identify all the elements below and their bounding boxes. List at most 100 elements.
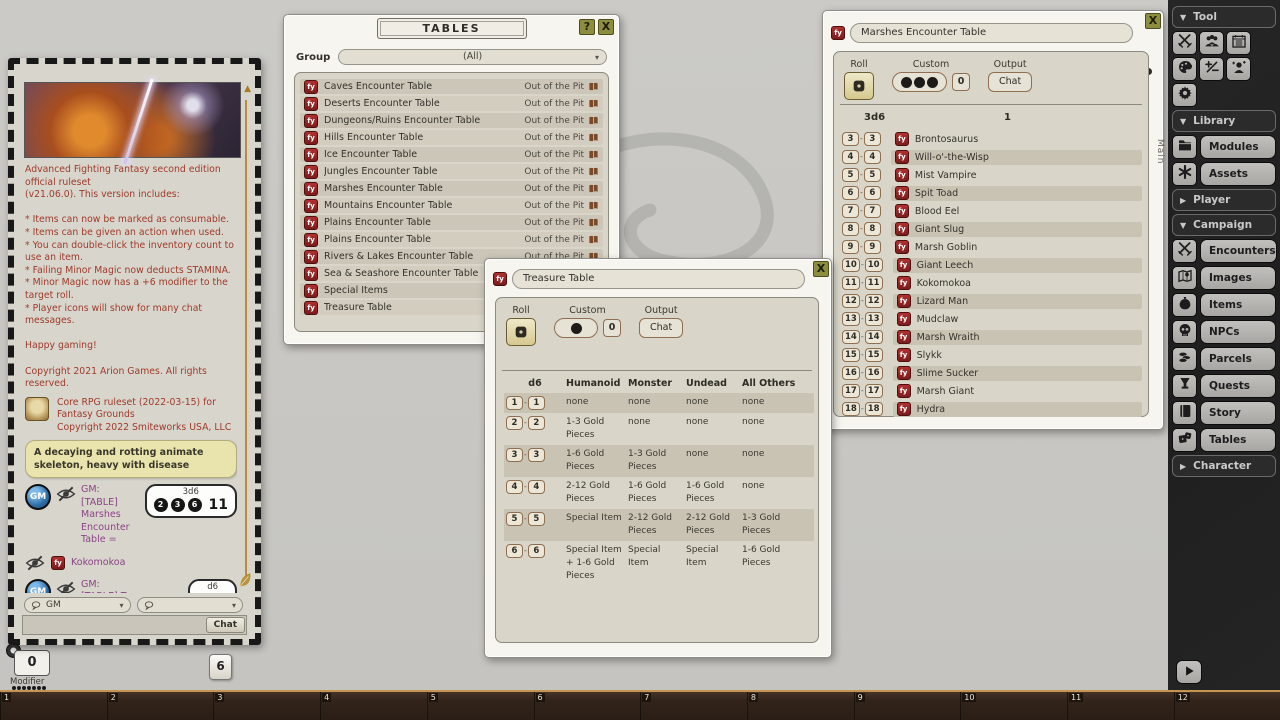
range-from-button[interactable]: 16 (842, 366, 860, 380)
range-from-button[interactable]: 5 (506, 512, 523, 526)
encounter-row[interactable]: 6-6fySpit Toad (842, 184, 1142, 202)
range-to-button[interactable]: 7 (864, 204, 881, 218)
chat-input[interactable]: Chat (22, 615, 247, 635)
sidebar-item-label-button[interactable]: Encounters (1200, 239, 1277, 263)
table-list-row[interactable]: fyDeserts Encounter TableOut of the Pit (300, 96, 603, 111)
treasure-row[interactable]: 2-21-3 Gold Piecesnonenonenone (504, 413, 814, 445)
sidebar-item-label-button[interactable]: Items (1200, 293, 1276, 317)
tool-gear-button[interactable] (1172, 83, 1197, 107)
range-to-button[interactable]: 2 (528, 416, 545, 430)
table-list-row[interactable]: fyJungles Encounter TableOut of the Pit (300, 164, 603, 179)
tool-palette-button[interactable] (1172, 57, 1197, 81)
tool-effects-button[interactable] (1226, 57, 1251, 81)
range-from-button[interactable]: 12 (842, 294, 860, 308)
hotkey-bar[interactable]: 123456789101112 (0, 690, 1280, 720)
custom-modifier-box[interactable]: 0 (952, 73, 970, 91)
roll-dice-button[interactable] (844, 72, 874, 100)
tool-calendar-button[interactable] (1226, 31, 1251, 55)
table-list-row[interactable]: fyHills Encounter TableOut of the Pit (300, 130, 603, 145)
sidebar-item-label-button[interactable]: NPCs (1200, 320, 1276, 344)
encounter-row[interactable]: 14-14fyMarsh Wraith (842, 328, 1142, 346)
sidebar-item-label-button[interactable]: Modules (1200, 135, 1276, 159)
range-from-button[interactable]: 6 (842, 186, 859, 200)
range-to-button[interactable]: 14 (865, 330, 883, 344)
group-dropdown[interactable]: (All) ▾ (338, 49, 607, 65)
output-chat-button[interactable]: Chat (639, 318, 683, 338)
dice-button[interactable] (1172, 428, 1197, 452)
range-to-button[interactable]: 16 (865, 366, 883, 380)
book-button[interactable] (1172, 401, 1197, 425)
tool-group-button[interactable] (1199, 31, 1224, 55)
chat-identity-dropdown[interactable]: GM ▾ (24, 597, 131, 613)
range-to-button[interactable]: 4 (864, 150, 881, 164)
tool-plusminus-button[interactable] (1199, 57, 1224, 81)
table-list-row[interactable]: fyDungeons/Ruins Encounter TableOut of t… (300, 113, 603, 128)
range-to-button[interactable]: 4 (528, 480, 545, 494)
range-from-button[interactable]: 18 (842, 402, 860, 416)
range-to-button[interactable]: 6 (864, 186, 881, 200)
treasure-row[interactable]: 4-42-12 Gold Pieces1-6 Gold Pieces1-6 Go… (504, 477, 814, 509)
roll-dice-button[interactable] (506, 318, 536, 346)
bag-button[interactable] (1172, 293, 1197, 317)
range-to-button[interactable]: 18 (865, 402, 883, 416)
help-button[interactable]: ? (579, 19, 595, 35)
table-list-row[interactable]: fyPlains Encounter TableOut of the Pit (300, 215, 603, 230)
range-from-button[interactable]: 2 (506, 416, 523, 430)
table-list-row[interactable]: fyIce Encounter TableOut of the Pit (300, 147, 603, 162)
sidebar-header-character[interactable]: ▶Character (1172, 455, 1276, 477)
encounter-row[interactable]: 8-8fyGiant Slug (842, 220, 1142, 238)
main-tab[interactable]: Main (1155, 139, 1165, 165)
goblet-button[interactable] (1172, 374, 1197, 398)
sidebar-header-tool[interactable]: ▼Tool (1172, 6, 1276, 28)
range-to-button[interactable]: 9 (864, 240, 881, 254)
close-icon[interactable]: X (813, 261, 829, 277)
sidebar-header-library[interactable]: ▼Library (1172, 110, 1276, 132)
range-from-button[interactable]: 4 (842, 150, 859, 164)
range-from-button[interactable]: 15 (842, 348, 860, 362)
chat-send-button[interactable]: Chat (206, 617, 245, 633)
close-icon[interactable]: X (598, 19, 614, 35)
encounter-row[interactable]: 5-5fyMist Vampire (842, 166, 1142, 184)
range-to-button[interactable]: 5 (864, 168, 881, 182)
custom-dice-slot[interactable] (554, 318, 598, 338)
range-to-button[interactable]: 15 (865, 348, 883, 362)
range-to-button[interactable]: 10 (865, 258, 883, 272)
range-to-button[interactable]: 12 (865, 294, 883, 308)
range-to-button[interactable]: 1 (528, 396, 545, 410)
table-title-field[interactable]: Treasure Table (512, 269, 805, 289)
encounter-row[interactable]: 12-12fyLizard Man (842, 292, 1142, 310)
range-from-button[interactable]: 13 (842, 312, 860, 326)
sidebar-item-label-button[interactable]: Tables (1200, 428, 1276, 452)
range-from-button[interactable]: 10 (842, 258, 860, 272)
asterisk-button[interactable] (1172, 162, 1197, 186)
encounter-row[interactable]: 17-17fyMarsh Giant (842, 382, 1142, 400)
d6-die[interactable]: 6 (209, 654, 232, 680)
map-button[interactable] (1172, 266, 1197, 290)
treasure-row[interactable]: 1-1nonenonenonenone (504, 393, 814, 413)
custom-dice-slot[interactable] (892, 72, 947, 92)
range-to-button[interactable]: 17 (865, 384, 883, 398)
sidebar-item-label-button[interactable]: Quests (1200, 374, 1276, 398)
coins-button[interactable] (1172, 347, 1197, 371)
encounter-row[interactable]: 3-3fyBrontosaurus (842, 130, 1142, 148)
folder-button[interactable] (1172, 135, 1197, 159)
range-to-button[interactable]: 5 (528, 512, 545, 526)
encounter-row[interactable]: 9-9fyMarsh Goblin (842, 238, 1142, 256)
table-list-row[interactable]: fyCaves Encounter TableOut of the Pit (300, 79, 603, 94)
treasure-row[interactable]: 5-5Special Item2-12 Gold Pieces2-12 Gold… (504, 509, 814, 541)
chat-scrollbar[interactable] (245, 100, 247, 583)
sidebar-item-label-button[interactable]: Assets (1200, 162, 1276, 186)
table-list-row[interactable]: fyPlains Encounter TableOut of the Pit (300, 232, 603, 247)
range-from-button[interactable]: 8 (842, 222, 859, 236)
range-from-button[interactable]: 7 (842, 204, 859, 218)
swords-button[interactable] (1172, 239, 1197, 263)
treasure-row[interactable]: 6-6Special Item + 1-6 Gold PiecesSpecial… (504, 541, 814, 586)
table-title-field[interactable]: Marshes Encounter Table (850, 23, 1133, 43)
encounter-row[interactable]: 10-10fyGiant Leech (842, 256, 1142, 274)
custom-modifier-box[interactable]: 0 (603, 319, 621, 337)
treasure-row[interactable]: 3-31-6 Gold Pieces1-3 Gold Piecesnonenon… (504, 445, 814, 477)
range-from-button[interactable]: 9 (842, 240, 859, 254)
modifier-value-box[interactable]: 0 (14, 650, 50, 676)
chat-target-dropdown[interactable]: ▾ (137, 597, 244, 613)
range-from-button[interactable]: 3 (506, 448, 523, 462)
